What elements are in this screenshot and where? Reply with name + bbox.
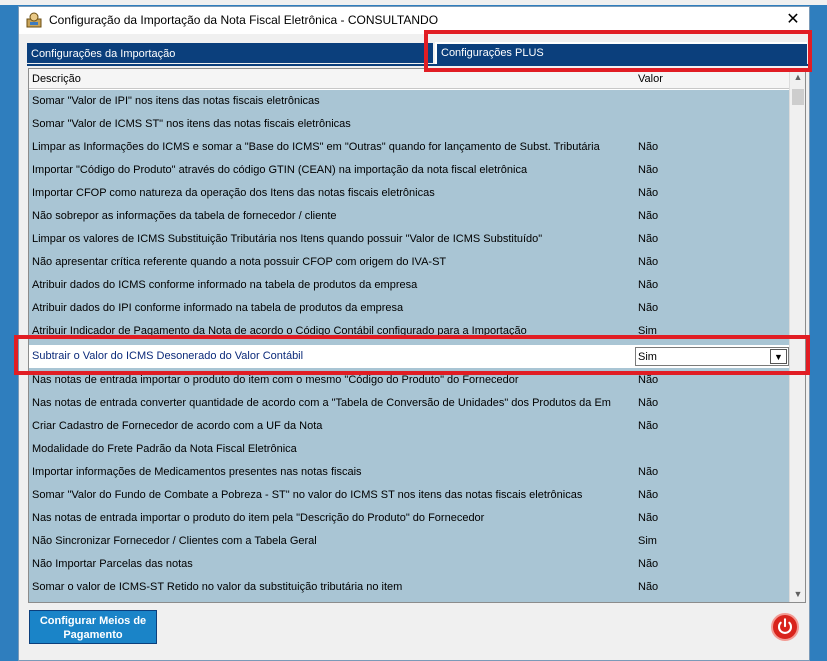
scroll-thumb[interactable] (792, 89, 804, 105)
row-description: Importar informações de Medicamentos pre… (32, 466, 362, 478)
vertical-scrollbar[interactable]: ▲ ▼ (789, 69, 805, 602)
row-value: Não (638, 420, 659, 432)
row-description: Somar "Valor de IPI" nos itens das notas… (32, 95, 320, 107)
chevron-down-icon[interactable]: ▼ (770, 349, 787, 364)
row-description: Criar Cadastro de Fornecedor de acordo c… (32, 420, 323, 432)
app-menubar (0, 0, 827, 5)
row-description: Nas notas de entrada importar o produto … (32, 512, 485, 524)
row-description: Limpar as Informações do ICMS e somar a … (32, 141, 600, 153)
table-row[interactable]: Somar o valor de ICMS-ST Retido no valor… (29, 576, 789, 599)
row-value: Não (638, 279, 659, 291)
table-row[interactable]: Não Sincronizar Fornecedor / Clientes co… (29, 530, 789, 553)
configure-payment-label-2: Pagamento (63, 629, 123, 641)
row-value: Não (638, 397, 659, 409)
row-description: Não sobrepor as informações da tabela de… (32, 210, 337, 222)
scroll-down-icon[interactable]: ▼ (790, 586, 805, 602)
table-row[interactable]: Subtrair o Valor do ICMS Desonerado do V… (29, 345, 789, 368)
row-description: Somar "Valor de ICMS ST" nos itens das n… (32, 118, 351, 130)
row-value: Não (638, 187, 659, 199)
row-description: Modalidade do Frete Padrão da Nota Fisca… (32, 443, 297, 455)
row-value: Não (638, 141, 659, 153)
row-description: Importar "Código do Produto" através do … (32, 164, 528, 176)
table-row[interactable]: Nas notas de entrada converter quantidad… (29, 392, 789, 415)
table-row[interactable]: Nas notas de entrada importar o produto … (29, 369, 789, 392)
row-value: Não (638, 256, 659, 268)
row-description: Não apresentar crítica referente quando … (32, 256, 447, 268)
tab-configuracoes-plus[interactable]: Configurações PLUS (435, 42, 807, 64)
table-row[interactable]: Importar informações de Medicamentos pre… (29, 461, 789, 484)
table-row[interactable]: Somar "Valor de IPI" nos itens das notas… (29, 90, 789, 113)
settings-grid: Descrição Valor Somar "Valor de IPI" nos… (28, 68, 806, 603)
row-value: Não (638, 581, 659, 593)
config-window: Configuração da Importação da Nota Fisca… (18, 6, 810, 661)
row-value: Não (638, 302, 659, 314)
table-row[interactable]: Somar "Valor de ICMS ST" nos itens das n… (29, 113, 789, 136)
row-description: Atribuir dados do ICMS conforme informad… (32, 279, 418, 291)
table-row[interactable]: Somar "Valor do Fundo de Combate a Pobre… (29, 484, 789, 507)
app-icon (26, 12, 42, 28)
row-value: Não (638, 374, 659, 386)
row-description: Atribuir Indicador de Pagamento da Nota … (32, 325, 527, 337)
tab-separator (27, 64, 809, 66)
configure-payment-button[interactable]: Configurar Meios de Pagamento (29, 610, 157, 644)
table-row[interactable]: Importar "Código do Produto" através do … (29, 159, 789, 182)
value-select-current: Sim (638, 351, 657, 363)
row-description: Atribuir dados do IPI conforme informado… (32, 302, 404, 314)
row-description: Importar CFOP como natureza da operação … (32, 187, 435, 199)
table-row[interactable]: Não sobrepor as informações da tabela de… (29, 205, 789, 228)
table-row[interactable]: Atribuir dados do ICMS conforme informad… (29, 274, 789, 297)
row-value: Não (638, 210, 659, 222)
close-icon[interactable]: ✕ (781, 9, 805, 31)
row-value: Não (638, 164, 659, 176)
row-value: Não (638, 512, 659, 524)
row-description: Nas notas de entrada converter quantidad… (32, 397, 611, 409)
window-title: Configuração da Importação da Nota Fisca… (49, 13, 439, 27)
column-header-value: Valor (638, 73, 663, 85)
row-description: Limpar os valores de ICMS Substituição T… (32, 233, 543, 245)
row-value: Não (638, 558, 659, 570)
row-description: Somar "Valor do Fundo de Combate a Pobre… (32, 489, 583, 501)
table-row[interactable]: Não Importar Parcelas das notas Não (29, 553, 789, 576)
row-value: Sim (638, 535, 657, 547)
row-value: Sim (638, 325, 657, 337)
row-description: Não Importar Parcelas das notas (32, 558, 193, 570)
row-description: Nas notas de entrada importar o produto … (32, 374, 519, 386)
table-row[interactable]: Importar CFOP como natureza da operação … (29, 182, 789, 205)
title-bar: Configuração da Importação da Nota Fisca… (19, 7, 809, 34)
table-row[interactable]: Atribuir dados do IPI conforme informado… (29, 297, 789, 320)
scroll-up-icon[interactable]: ▲ (790, 69, 805, 85)
table-row[interactable]: Não apresentar crítica referente quando … (29, 251, 789, 274)
row-value: Não (638, 466, 659, 478)
table-row[interactable]: Nas notas de entrada importar o produto … (29, 507, 789, 530)
row-value: Não (638, 489, 659, 501)
grid-header: Descrição Valor (29, 69, 789, 89)
column-header-description: Descrição (32, 73, 81, 85)
table-row[interactable]: Criar Cadastro de Fornecedor de acordo c… (29, 415, 789, 438)
row-description: Não Sincronizar Fornecedor / Clientes co… (32, 535, 317, 547)
row-description: Subtrair o Valor do ICMS Desonerado do V… (32, 350, 304, 362)
power-icon[interactable] (771, 613, 799, 641)
grid-rows: Somar "Valor de IPI" nos itens das notas… (29, 90, 789, 602)
tab-strip: Configurações da Importação Configuraçõe… (27, 42, 809, 64)
configure-payment-label-1: Configurar Meios de (39, 615, 147, 627)
table-row[interactable]: Limpar os valores de ICMS Substituição T… (29, 228, 789, 251)
row-value: Não (638, 233, 659, 245)
table-row[interactable]: Modalidade do Frete Padrão da Nota Fisca… (29, 438, 789, 461)
tab-configuracoes-importacao[interactable]: Configurações da Importação (27, 43, 433, 63)
value-select[interactable]: Sim ▼ (635, 347, 789, 366)
row-description: Somar o valor de ICMS-ST Retido no valor… (32, 581, 403, 593)
table-row[interactable]: Limpar as Informações do ICMS e somar a … (29, 136, 789, 159)
table-row[interactable]: Atribuir Indicador de Pagamento da Nota … (29, 320, 789, 343)
